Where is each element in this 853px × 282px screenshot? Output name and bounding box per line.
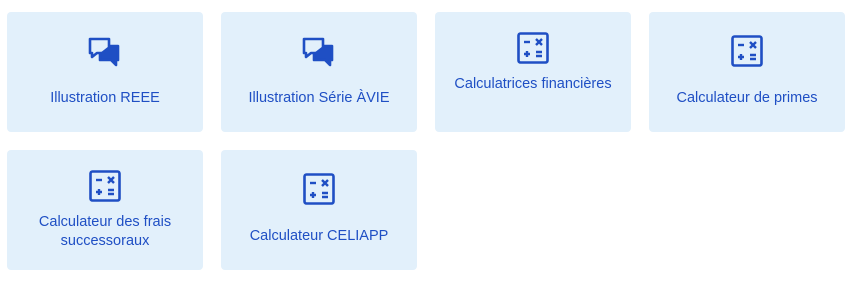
tile-label: Calculateur CELIAPP [249, 228, 389, 244]
tile-calculateur-frais-successoraux[interactable]: Calculateur des frais successoraux [7, 150, 203, 270]
tile-illustration-reee[interactable]: Illustration REEE [7, 12, 203, 132]
calculator-icon [302, 172, 336, 206]
calculator-icon [516, 31, 550, 65]
tile-illustration-serie-avie[interactable]: Illustration Série ÀVIE [221, 12, 417, 132]
tile-calculateur-de-primes[interactable]: Calculateur de primes [649, 12, 845, 132]
tile-label: Calculateur des frais successoraux [38, 214, 172, 249]
chat-bubbles-icon [88, 36, 122, 70]
tile-calculatrices-financieres[interactable]: Calculatrices financières [435, 12, 631, 132]
tile-label: Calculatrices financières [454, 76, 612, 92]
calculator-icon [730, 34, 764, 68]
tile-label: Illustration Série ÀVIE [248, 90, 390, 106]
tile-label: Calculateur de primes [676, 90, 818, 106]
tile-calculateur-celiapp[interactable]: Calculateur CELIAPP [221, 150, 417, 270]
chat-bubbles-icon [302, 36, 336, 70]
calculator-icon [88, 169, 122, 203]
tile-label: Illustration REEE [50, 90, 160, 106]
